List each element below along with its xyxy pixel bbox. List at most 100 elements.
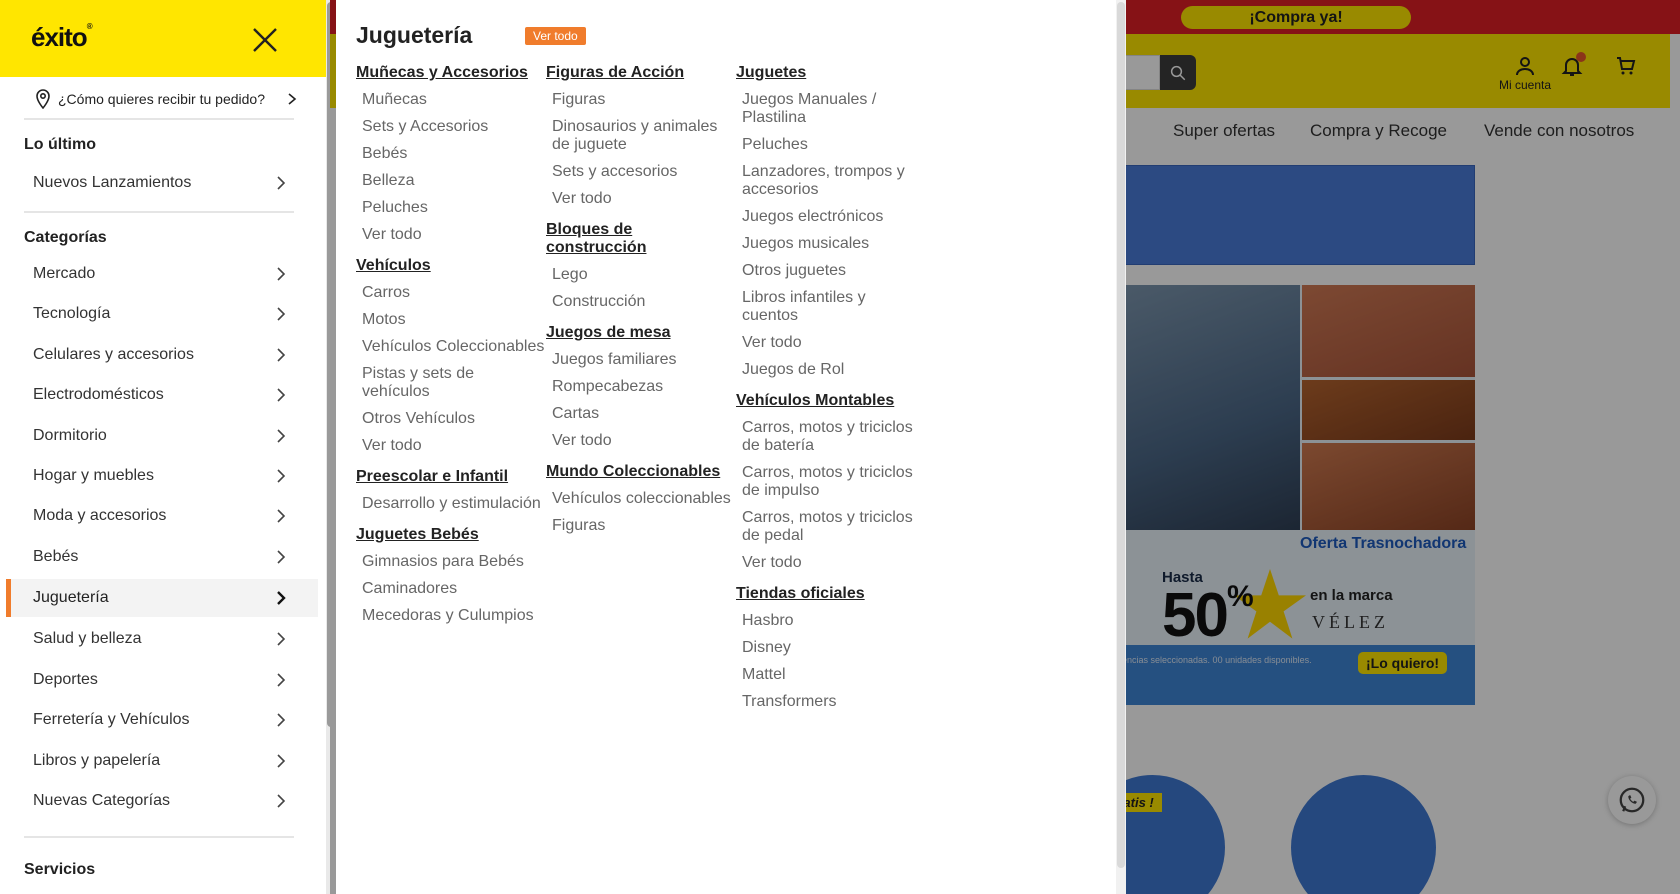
subcategory-link[interactable]: Hasbro <box>742 612 926 630</box>
menu-item-label: Moda y accesorios <box>33 507 167 524</box>
subcategory-link[interactable]: Bebés <box>362 145 546 163</box>
subcategory-title: Juguetería <box>356 22 473 48</box>
subcategory-link[interactable]: Mattel <box>742 666 926 684</box>
subcategory-link[interactable]: Caminadores <box>362 580 546 598</box>
subcategory-link[interactable]: Dinosaurios y animales de juguete <box>552 118 736 154</box>
section-title-servicios: Servicios <box>24 861 96 878</box>
menu-item-category[interactable]: Libros y papelería <box>6 742 318 780</box>
subcategory-heading[interactable]: Juguetes <box>736 64 926 82</box>
menu-scrollbar-thumb[interactable] <box>327 2 330 727</box>
subcategory-link[interactable]: Carros, motos y triciclos de pedal <box>742 509 926 545</box>
menu-item-category[interactable]: Electrodomésticos <box>6 376 318 414</box>
subcategory-link[interactable]: Sets y Accesorios <box>362 118 546 136</box>
subcategory-link[interactable]: Ver todo <box>552 432 736 450</box>
subcategory-link[interactable]: Carros <box>362 284 546 302</box>
subcategory-link[interactable]: Figuras <box>552 91 736 109</box>
subcategory-link[interactable]: Ver todo <box>362 437 546 455</box>
subcategory-link[interactable]: Cartas <box>552 405 736 423</box>
subcategory-link[interactable]: Lego <box>552 266 736 284</box>
subcategory-heading[interactable]: Bloques de construcción <box>546 221 736 257</box>
subcategory-heading[interactable]: Vehículos Montables <box>736 392 926 410</box>
subcategory-link[interactable]: Ver todo <box>742 334 926 352</box>
close-menu-button[interactable] <box>247 22 283 58</box>
subcategory-link[interactable]: Lanzadores, trompos y accesorios <box>742 163 926 199</box>
menu-brand-bar: éxito® <box>0 0 326 77</box>
subcategory-link[interactable]: Carros, motos y triciclos de impulso <box>742 464 926 500</box>
menu-item-category[interactable]: Moda y accesorios <box>6 497 318 535</box>
menu-item-category[interactable]: Dormitorio <box>6 417 318 455</box>
subcategory-heading[interactable]: Tiendas oficiales <box>736 585 926 603</box>
subcategory-link[interactable]: Libros infantiles y cuentos <box>742 289 926 325</box>
subcategory-link[interactable]: Ver todo <box>552 190 736 208</box>
menu-item-category[interactable]: Juguetería <box>6 579 318 617</box>
subcategory-scrollbar-thumb[interactable] <box>1117 2 1125 868</box>
menu-item-category[interactable]: Celulares y accesorios <box>6 336 318 374</box>
chevron-right-icon <box>277 713 286 727</box>
subcategory-heading[interactable]: Juguetes Bebés <box>356 526 546 544</box>
subcategory-heading[interactable]: Preescolar e Infantil <box>356 468 546 486</box>
subcategory-scrollbar[interactable] <box>1116 0 1126 894</box>
chevron-right-icon <box>277 550 286 564</box>
delivery-method-selector[interactable]: ¿Cómo quieres recibir tu pedido? <box>34 88 298 110</box>
subcategory-link[interactable]: Desarrollo y estimulación <box>362 495 546 513</box>
menu-item-category[interactable]: Nuevas Categorías <box>6 782 318 820</box>
location-pin-icon <box>36 89 50 109</box>
subcategory-heading[interactable]: Vehículos <box>356 257 546 275</box>
subcategory-link[interactable]: Transformers <box>742 693 926 711</box>
subcategory-link[interactable]: Vehículos Coleccionables <box>362 338 546 356</box>
menu-item-category[interactable]: Deportes <box>6 661 318 699</box>
subcategory-link[interactable]: Ver todo <box>362 226 546 244</box>
subcategory-link[interactable]: Ver todo <box>742 554 926 572</box>
menu-item-category[interactable]: Salud y belleza <box>6 620 318 658</box>
menu-item-label: Celulares y accesorios <box>33 346 194 363</box>
subcategory-link[interactable]: Juegos Manuales / Plastilina <box>742 91 926 127</box>
menu-item-category[interactable]: Mercado <box>6 255 318 293</box>
subcategory-link[interactable]: Rompecabezas <box>552 378 736 396</box>
menu-item-label: Libros y papelería <box>33 752 161 769</box>
chevron-right-icon <box>277 176 286 190</box>
subcategory-heading[interactable]: Muñecas y Accesorios <box>356 64 546 82</box>
subcategory-link[interactable]: Belleza <box>362 172 546 190</box>
subcategory-link[interactable]: Muñecas <box>362 91 546 109</box>
subcategory-link[interactable]: Gimnasios para Bebés <box>362 553 546 571</box>
divider <box>24 118 294 120</box>
subcategory-link[interactable]: Vehículos coleccionables <box>552 490 736 508</box>
divider <box>24 211 294 213</box>
subcategory-link[interactable]: Sets y accesorios <box>552 163 736 181</box>
delivery-prompt: ¿Cómo quieres recibir tu pedido? <box>58 91 265 107</box>
subcategory-heading[interactable]: Mundo Coleccionables <box>546 463 736 481</box>
ver-todo-badge[interactable]: Ver todo <box>525 27 586 45</box>
chevron-right-icon <box>277 591 286 605</box>
menu-item-nuevos-lanzamientos[interactable]: Nuevos Lanzamientos <box>6 164 318 202</box>
subcategory-column: Muñecas y Accesorios Muñecas Sets y Acceso… <box>356 64 546 625</box>
menu-item-category[interactable]: Hogar y muebles <box>6 457 318 495</box>
chevron-right-icon <box>277 469 286 483</box>
subcategory-heading[interactable]: Figuras de Acción <box>546 64 736 82</box>
subcategory-link[interactable]: Juegos familiares <box>552 351 736 369</box>
chevron-right-icon <box>288 93 297 105</box>
subcategory-link[interactable]: Motos <box>362 311 546 329</box>
menu-item-category[interactable]: Bebés <box>6 538 318 576</box>
subcategory-link[interactable]: Pistas y sets de vehículos <box>362 365 546 401</box>
subcategory-link[interactable]: Peluches <box>362 199 546 217</box>
section-title-categorias: Categorías <box>24 229 107 246</box>
subcategory-link[interactable]: Construcción <box>552 293 736 311</box>
exito-logo[interactable]: éxito® <box>31 22 93 53</box>
menu-item-label: Ferretería y Vehículos <box>33 711 190 728</box>
subcategory-link[interactable]: Figuras <box>552 517 736 535</box>
menu-item-label: Juguetería <box>33 589 109 606</box>
subcategory-link[interactable]: Juegos musicales <box>742 235 926 253</box>
subcategory-link[interactable]: Otros Vehículos <box>362 410 546 428</box>
menu-item-category[interactable]: Ferretería y Vehículos <box>6 701 318 739</box>
subcategory-link[interactable]: Mecedoras y Culumpios <box>362 607 546 625</box>
menu-item-category[interactable]: Tecnología <box>6 295 318 333</box>
subcategory-link[interactable]: Peluches <box>742 136 926 154</box>
subcategory-link[interactable]: Juegos de Rol <box>742 361 926 379</box>
menu-item-label: Mercado <box>33 265 96 282</box>
subcategory-heading[interactable]: Juegos de mesa <box>546 324 736 342</box>
chevron-right-icon <box>277 794 286 808</box>
subcategory-link[interactable]: Carros, motos y triciclos de batería <box>742 419 926 455</box>
subcategory-link[interactable]: Juegos electrónicos <box>742 208 926 226</box>
subcategory-link[interactable]: Disney <box>742 639 926 657</box>
subcategory-link[interactable]: Otros juguetes <box>742 262 926 280</box>
